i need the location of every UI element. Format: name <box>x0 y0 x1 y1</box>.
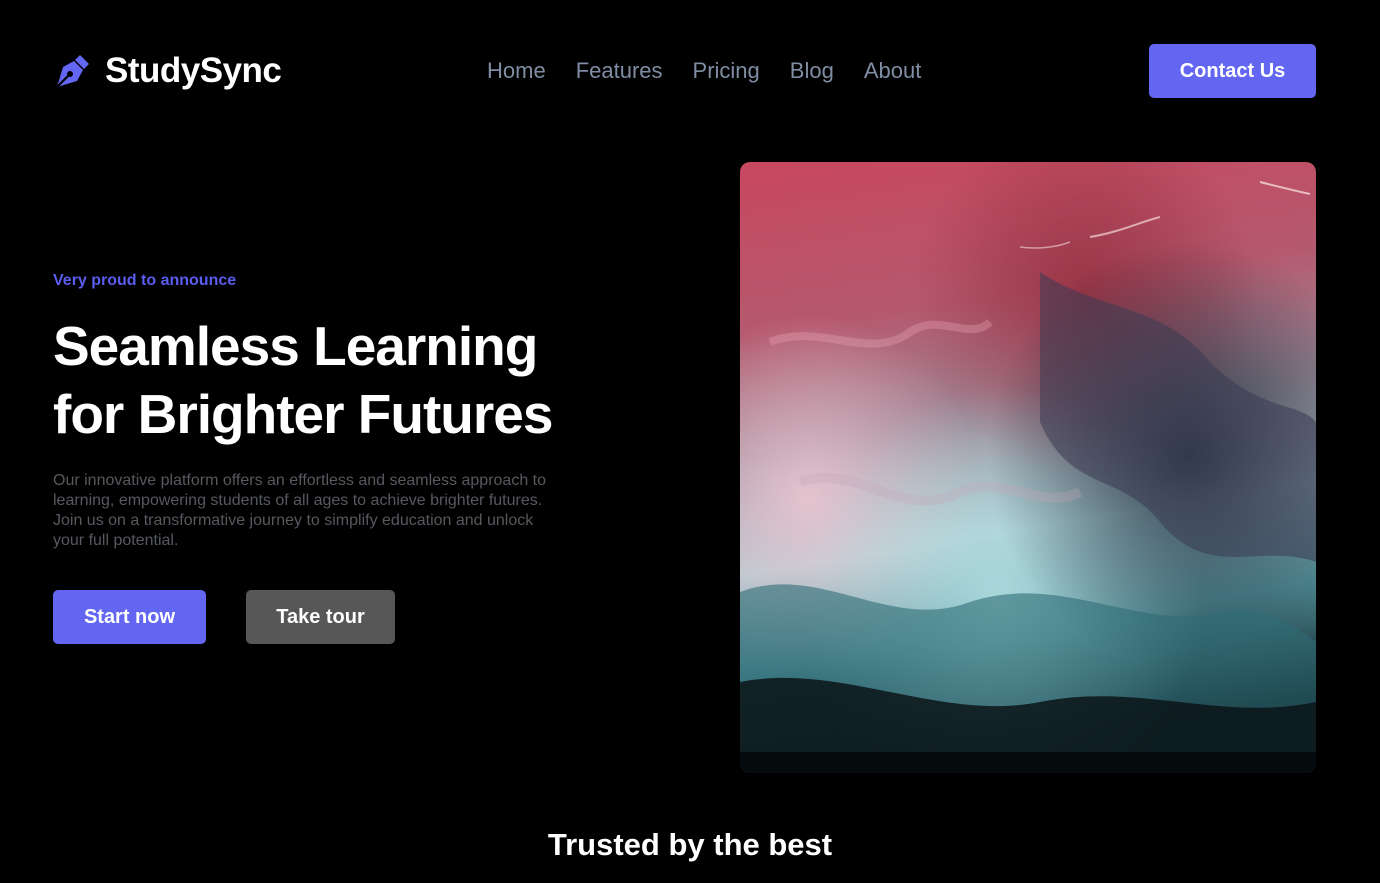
hero-headline-line-1: Seamless Learning <box>53 315 538 377</box>
hero-headline: Seamless Learning for Brighter Futures <box>53 312 653 448</box>
hero-eyebrow: Very proud to announce <box>53 272 237 289</box>
nav-link-pricing[interactable]: Pricing <box>693 58 760 83</box>
nav-item-features: Features <box>576 52 663 90</box>
abstract-fluid-art-image <box>740 162 1316 773</box>
nav-link-blog[interactable]: Blog <box>790 58 834 83</box>
pen-nib-icon <box>53 51 93 91</box>
nav-link-about[interactable]: About <box>864 58 922 83</box>
nav-item-home: Home <box>487 52 546 90</box>
nav-item-blog: Blog <box>790 52 834 90</box>
trusted-section-title: Trusted by the best <box>547 827 833 862</box>
hero-description: Our innovative platform offers an effort… <box>53 472 547 549</box>
nav-link-home[interactable]: Home <box>487 58 546 83</box>
nav-item-pricing: Pricing <box>693 52 760 90</box>
brand-name: StudySync <box>105 51 282 90</box>
landing-page: StudySync Home Features Pricing Blog Abo… <box>0 0 1380 883</box>
start-now-button[interactable]: Start now <box>53 590 206 644</box>
nav-item-about: About <box>864 52 922 90</box>
hero-image <box>740 162 1316 773</box>
take-tour-button[interactable]: Take tour <box>246 590 395 644</box>
brand-logo-link[interactable]: StudySync <box>53 51 282 91</box>
main-nav: Home Features Pricing Blog About <box>487 52 921 90</box>
nav-link-features[interactable]: Features <box>576 58 663 83</box>
contact-us-button[interactable]: Contact Us <box>1149 44 1316 98</box>
hero-headline-line-2: for Brighter Futures <box>53 383 553 445</box>
